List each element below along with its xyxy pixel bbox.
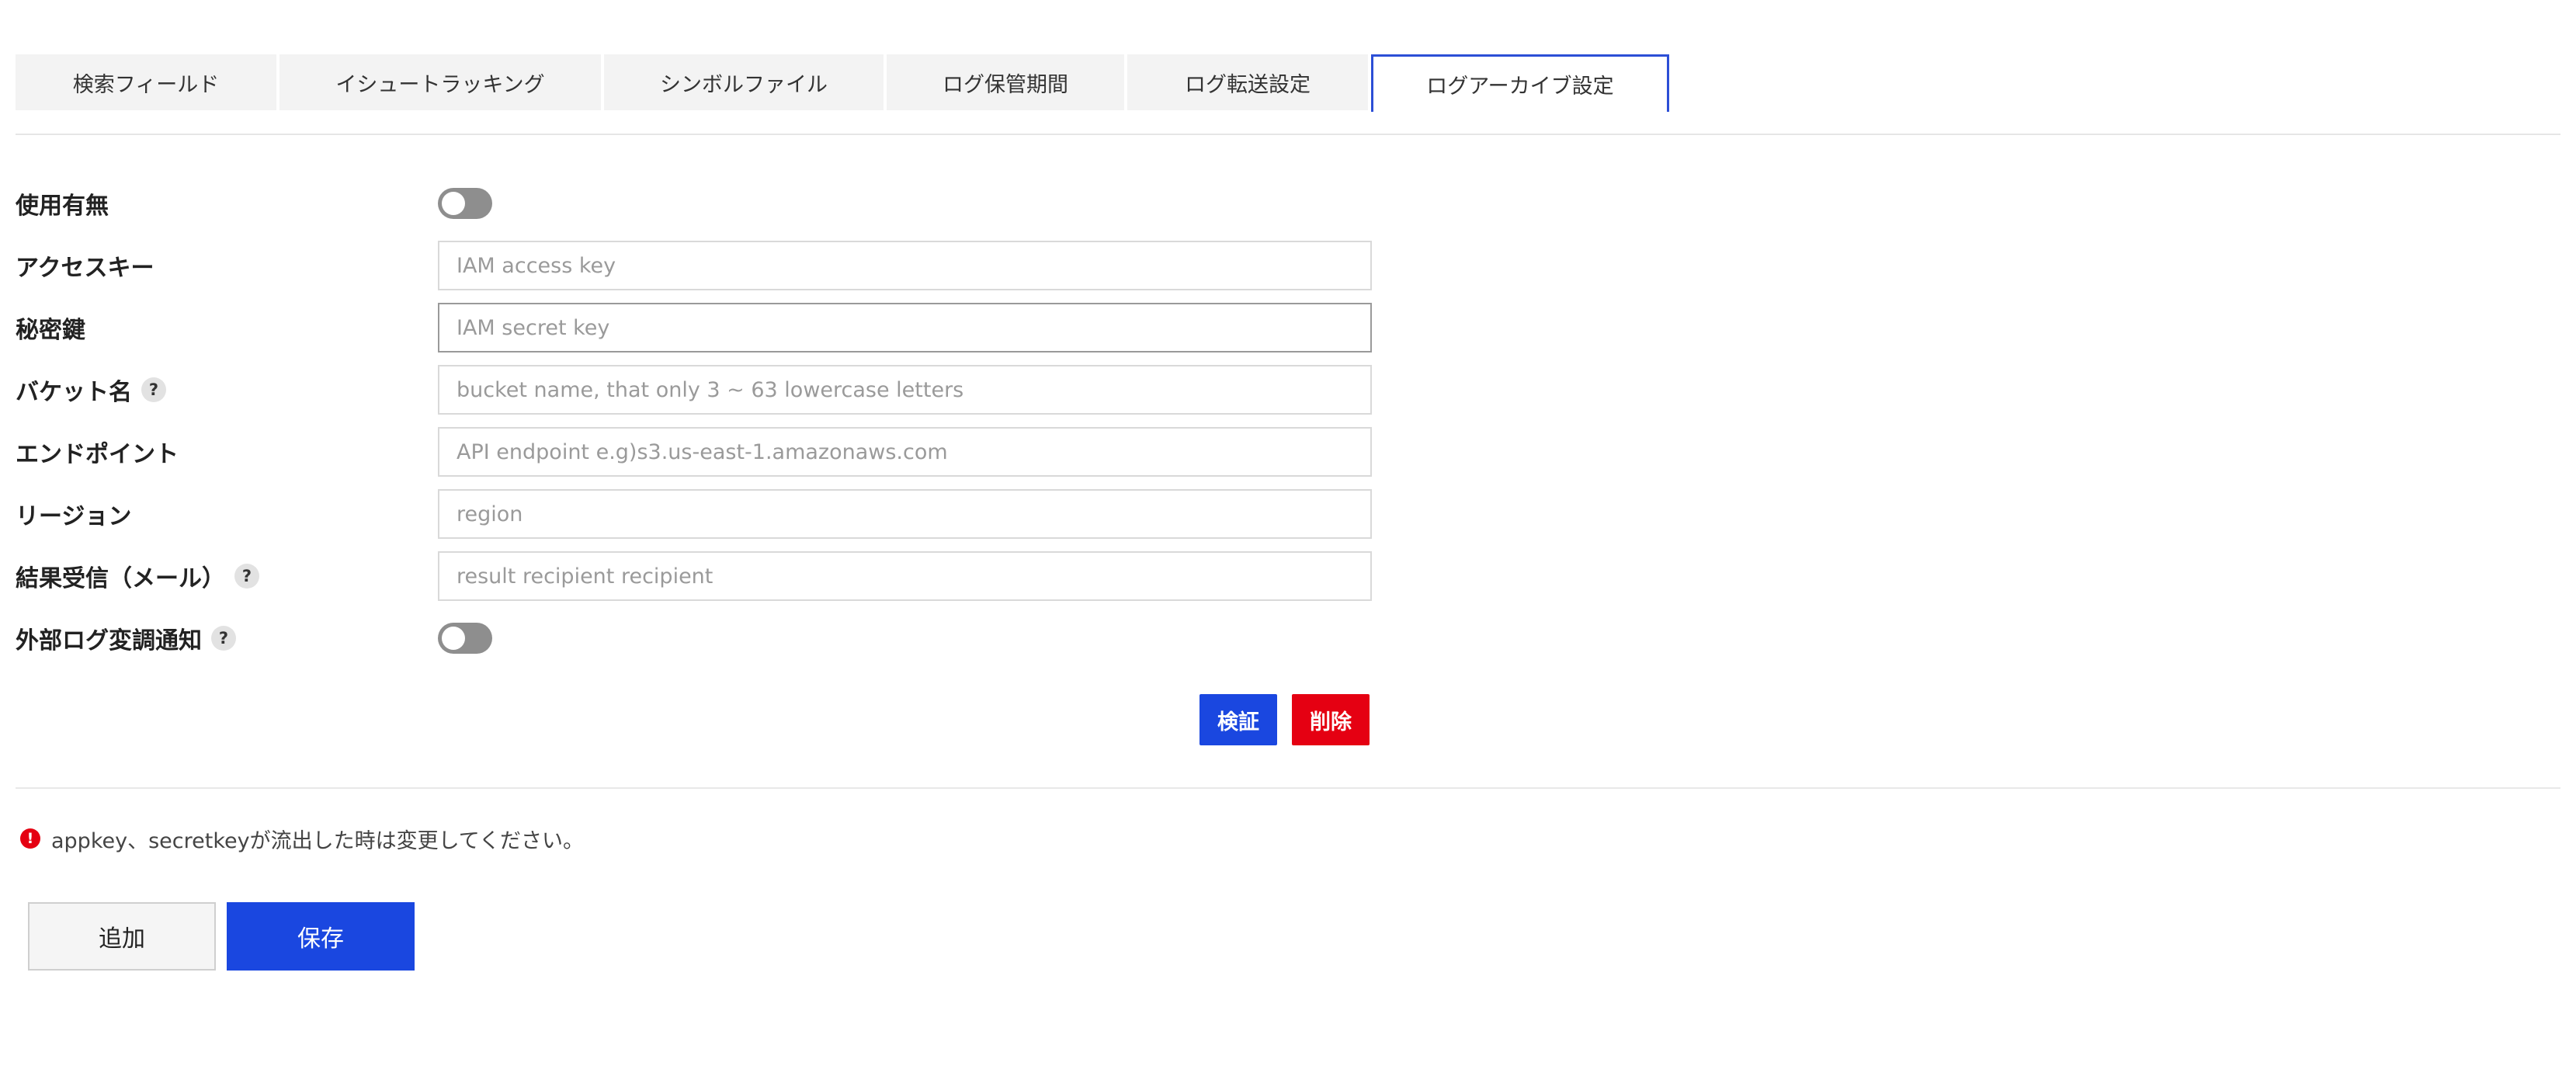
tab-log-forwarding[interactable]: ログ転送設定 [1127,54,1368,110]
save-button[interactable]: 保存 [227,902,415,971]
notice: ! appkey、secretkeyが流出した時は変更してください。 [20,823,584,854]
tab-log-archive[interactable]: ログアーカイブ設定 [1371,54,1669,112]
row-result-recipient: 結果受信（メール） ? [16,551,1382,601]
delete-button[interactable]: 削除 [1292,694,1370,745]
endpoint-label: エンドポイント [16,441,179,468]
verify-button[interactable]: 検証 [1199,694,1277,745]
add-button[interactable]: 追加 [28,902,216,971]
tab-symbol-file[interactable]: シンボルファイル [604,54,884,110]
row-endpoint: エンドポイント [16,427,1382,477]
access-key-input[interactable] [438,241,1372,290]
enabled-toggle[interactable] [438,188,492,219]
bucket-name-label-wrap: バケット名 ? [16,365,166,415]
external-log-notify-label-wrap: 外部ログ変調通知 ? [16,613,236,663]
tab-search-field[interactable]: 検索フィールド [16,54,276,110]
tab-log-retention[interactable]: ログ保管期間 [887,54,1124,110]
external-log-notify-label: 外部ログ変調通知 [16,627,202,655]
notice-text: appkey、secretkeyが流出した時は変更してください。 [51,828,584,853]
secret-key-input[interactable] [438,303,1372,352]
secret-key-label: 秘密鍵 [16,317,85,344]
question-circle-icon[interactable]: ? [211,626,236,651]
bucket-name-input[interactable] [438,365,1372,415]
bucket-name-label: バケット名 [16,379,132,406]
row-external-log-notify: 外部ログ変調通知 ? [16,613,1382,663]
toggle-knob [442,627,465,650]
row-secret-key: 秘密鍵 [16,303,1382,352]
question-circle-icon[interactable]: ? [141,377,166,402]
section-divider [16,787,2560,789]
row-bucket-name: バケット名 ? [16,365,1382,415]
enabled-label: 使用有無 [16,193,109,220]
access-key-label: アクセスキー [16,255,154,282]
row-region: リージョン [16,489,1382,539]
result-recipient-label-wrap: 結果受信（メール） ? [16,551,259,601]
row-access-key: アクセスキー [16,241,1382,290]
external-log-notify-toggle[interactable] [438,623,492,654]
row-enabled: 使用有無 [16,179,1382,228]
toggle-knob [442,192,465,215]
result-recipient-input[interactable] [438,551,1372,601]
endpoint-input[interactable] [438,427,1372,477]
result-recipient-label: 結果受信（メール） [16,565,225,592]
tab-issue-tracking[interactable]: イシュートラッキング [279,54,601,110]
tab-bar: 検索フィールド イシュートラッキング シンボルファイル ログ保管期間 ログ転送設… [16,54,2560,135]
exclamation-circle-icon: ! [20,828,40,849]
question-circle-icon[interactable]: ? [234,564,259,589]
region-input[interactable] [438,489,1372,539]
region-label: リージョン [16,503,132,530]
